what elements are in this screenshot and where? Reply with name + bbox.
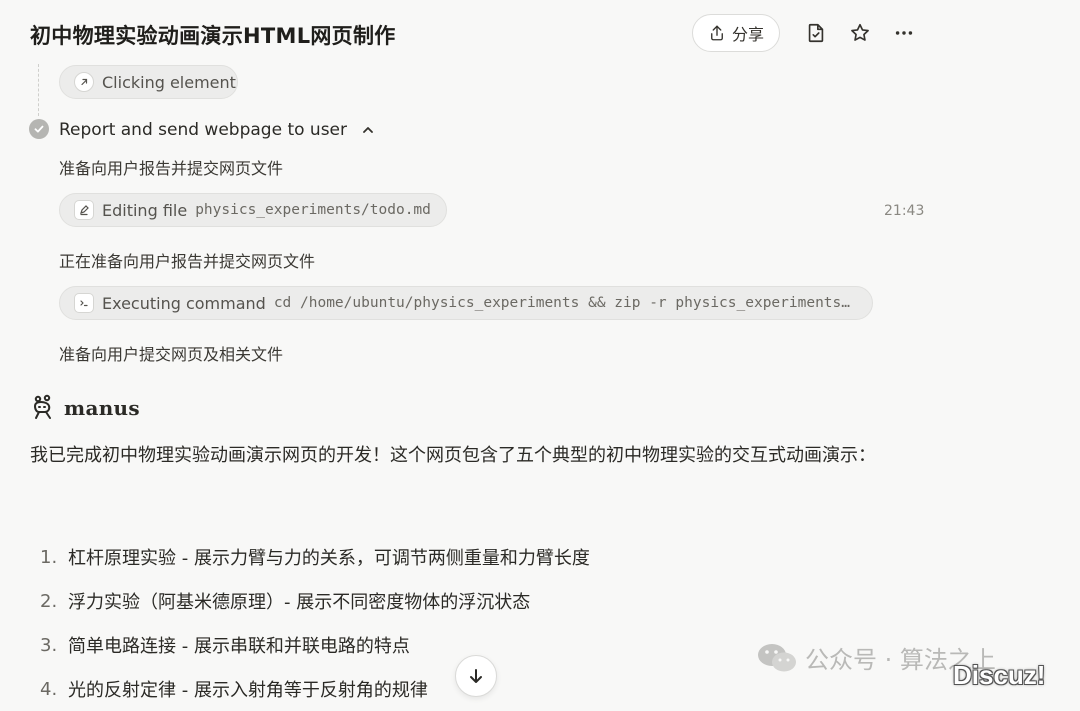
step-description-2: 正在准备向用户报告并提交网页文件 xyxy=(59,252,316,271)
executing-command-label: Executing command xyxy=(102,293,266,313)
list-text: 简单电路连接 - 展示串联和并联电路的特点 xyxy=(68,636,410,657)
list-number: 1. xyxy=(40,546,58,568)
page-title: 初中物理实验动画演示HTML网页制作 xyxy=(30,24,396,48)
step-description-1: 准备向用户报告并提交网页文件 xyxy=(59,159,284,178)
experiment-list: 1. 杠杆原理实验 - 展示力臂与力的关系，可调节两侧重量和力臂长度 2. 浮力实验… xyxy=(40,535,590,711)
executing-command-text: cd /home/ubuntu/physics_experiments && z… xyxy=(273,295,850,311)
edit-icon xyxy=(74,200,94,220)
brand-name: manus xyxy=(64,396,140,420)
step-report-header[interactable]: Report and send webpage to user xyxy=(59,120,375,140)
editing-file-label: Editing file xyxy=(102,200,188,220)
discuz-watermark: Discuz! xyxy=(953,660,1046,690)
list-item: 2. 浮力实验（阿基米德原理）- 展示不同密度物体的浮沉状态 xyxy=(40,579,590,623)
more-icon[interactable] xyxy=(893,22,915,44)
scroll-to-bottom-button[interactable] xyxy=(455,655,497,697)
manus-logo-icon xyxy=(34,394,51,419)
editing-file-chip[interactable]: Editing file physics_experiments/todo.md xyxy=(59,193,447,227)
list-number: 2. xyxy=(40,590,58,612)
clicking-element-label: Clicking element xyxy=(102,72,236,92)
executing-command-chip[interactable]: Executing command cd /home/ubuntu/physic… xyxy=(59,286,873,320)
list-text: 浮力实验（阿基米德原理）- 展示不同密度物体的浮沉状态 xyxy=(68,592,531,613)
star-icon[interactable] xyxy=(849,22,871,44)
assistant-brand: manus xyxy=(30,394,140,422)
list-item: 3. 简单电路连接 - 展示串联和并联电路的特点 xyxy=(40,623,590,667)
clicking-element-chip[interactable]: Clicking element xyxy=(59,65,238,99)
step-report-title: Report and send webpage to user xyxy=(59,120,347,140)
editing-file-path: physics_experiments/todo.md xyxy=(195,202,431,218)
list-item: 4. 光的反射定律 - 展示入射角等于反射角的规律 xyxy=(40,667,590,711)
message-paragraph: 我已完成初中物理实验动画演示网页的开发！这个网页包含了五个典型的初中物理实验的交… xyxy=(30,445,876,466)
share-label: 分享 xyxy=(731,25,764,44)
check-icon xyxy=(29,119,49,139)
wechat-icon xyxy=(758,643,796,671)
list-item: 1. 杠杆原理实验 - 展示力臂与力的关系，可调节两侧重量和力臂长度 xyxy=(40,535,590,579)
file-icon[interactable] xyxy=(805,22,827,44)
list-number: 4. xyxy=(40,678,58,700)
share-button[interactable]: 分享 xyxy=(692,14,780,52)
list-text: 光的反射定律 - 展示入射角等于反射角的规律 xyxy=(68,680,428,701)
list-number: 3. xyxy=(40,634,58,656)
chevron-up-icon xyxy=(363,127,373,133)
arrow-down-icon xyxy=(470,669,482,683)
cursor-icon xyxy=(74,72,94,92)
timeline-connector xyxy=(38,64,39,116)
list-text: 杠杆原理实验 - 展示力臂与力的关系，可调节两侧重量和力臂长度 xyxy=(68,548,590,569)
step-description-3: 准备向用户提交网页及相关文件 xyxy=(59,345,284,364)
timestamp: 21:43 xyxy=(884,203,925,219)
share-icon xyxy=(711,25,723,41)
terminal-icon xyxy=(74,293,94,313)
